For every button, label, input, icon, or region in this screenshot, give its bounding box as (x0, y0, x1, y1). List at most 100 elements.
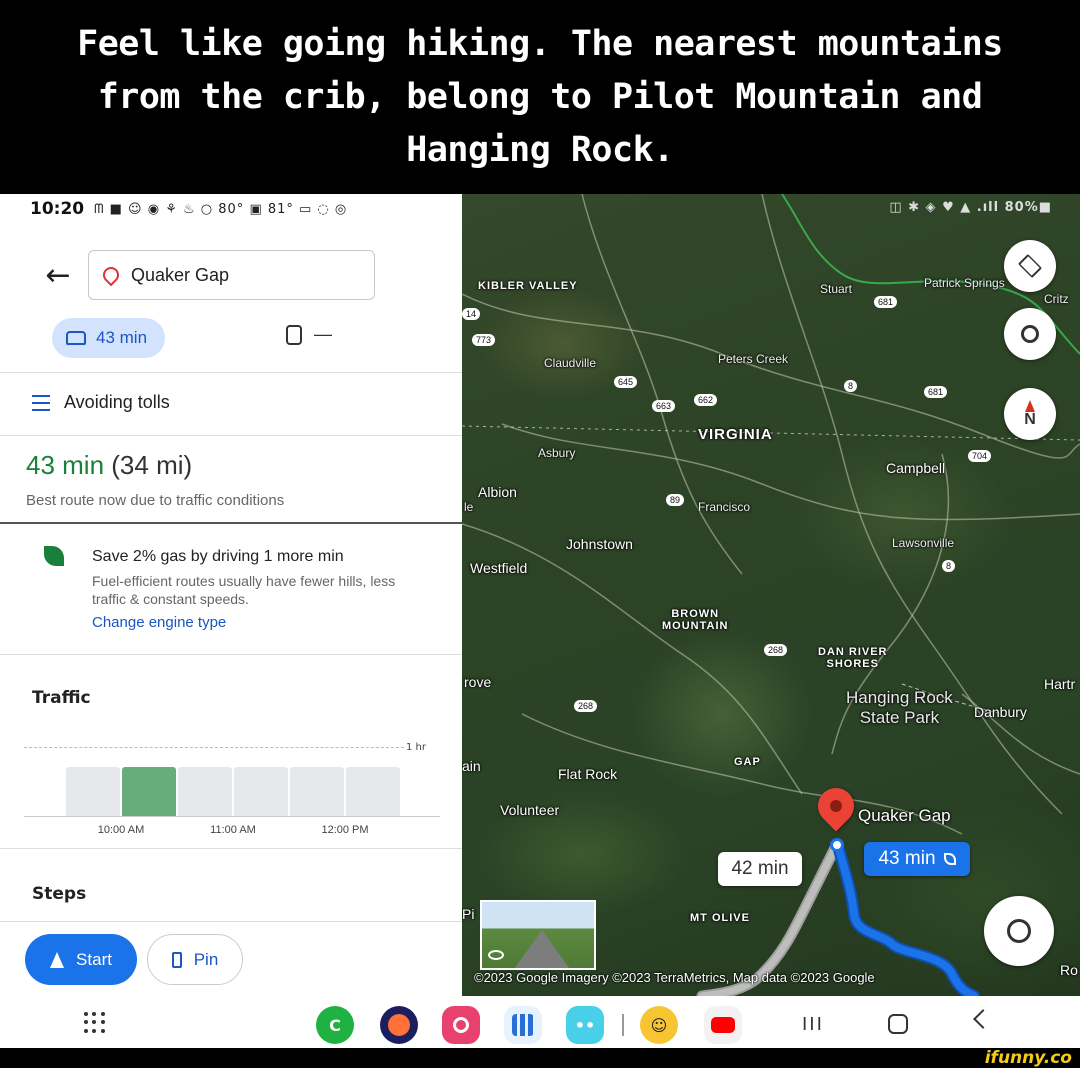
nav-separator (622, 1014, 624, 1036)
road-shield: 8 (844, 380, 858, 392)
pushpin-icon (171, 951, 182, 968)
route-summary: 43 min (34 mi) (26, 450, 192, 481)
place-label: Lawsonville (892, 536, 955, 550)
traffic-bar (346, 767, 400, 816)
place-label: ain (462, 758, 481, 774)
start-label: Start (76, 949, 112, 969)
compass-button[interactable]: N (1004, 388, 1056, 440)
meme-caption: Feel like going hiking. The nearest moun… (0, 0, 1080, 194)
road-shield: 89 (666, 494, 685, 506)
smiley-app-icon[interactable]: ☺ (640, 1006, 678, 1044)
destination-field[interactable]: Quaker Gap (88, 250, 375, 300)
back-arrow-icon[interactable]: ← (38, 256, 78, 296)
traffic-bar (66, 767, 120, 816)
road-shield: 681 (924, 386, 948, 398)
road-shield: 8 (942, 560, 956, 572)
transit-mode-chip[interactable]: — (286, 324, 332, 345)
place-label: Pi (462, 906, 475, 922)
route-start-dot (830, 838, 844, 852)
change-engine-link[interactable]: Change engine type (92, 614, 226, 631)
place-label: Flat Rock (558, 766, 618, 782)
road-shield: 663 (652, 400, 676, 412)
location-pin-icon (99, 263, 123, 287)
map-attribution: ©2023 Google Imagery ©2023 TerraMetrics,… (474, 970, 875, 985)
messaging-app-icon[interactable]: •• (566, 1006, 604, 1044)
back-button[interactable] (973, 1009, 993, 1029)
map-status-icons: ◫ ✱ ◈ ♥ ▲ .ıll 80%■ (889, 200, 1052, 215)
directions-panel: 10:20 ᗰ ■ ☺ ◉ ⚘ ♨ ○ 80° ▣ 81° ▭ ◌ ◎ ← Qu… (0, 194, 462, 1048)
tune-icon (32, 394, 50, 411)
recent-apps-button[interactable]: III (802, 1014, 824, 1035)
divider (0, 654, 462, 655)
car-icon (66, 331, 86, 345)
my-location-icon (1007, 919, 1031, 943)
divider (0, 522, 462, 524)
street-view-thumbnail[interactable] (480, 900, 596, 970)
place-label: Hartr (1044, 676, 1076, 692)
place-label: Critz (1044, 292, 1069, 306)
layers-button[interactable] (1004, 240, 1056, 292)
camera-app-icon[interactable] (442, 1006, 480, 1044)
youtube-app-icon[interactable] (704, 1006, 742, 1044)
place-label: le (464, 500, 474, 514)
hour-marker: 1 hr (406, 742, 426, 753)
road-shield: 662 (694, 394, 718, 406)
destination-text: Quaker Gap (131, 264, 230, 285)
destination-map-label: Quaker Gap (858, 806, 951, 825)
place-label: Asbury (538, 446, 576, 460)
road-shield: 645 (614, 376, 638, 388)
firefox-app-icon[interactable] (380, 1006, 418, 1044)
destination-pin-center (830, 800, 842, 812)
eco-title: Save 2% gas by driving 1 more min (92, 548, 344, 565)
map-search-button[interactable] (1004, 308, 1056, 360)
road-shield: 14 (462, 308, 481, 320)
place-label: Westfield (470, 560, 528, 576)
driving-mode-chip[interactable]: 43 min (52, 318, 165, 358)
place-label: Peters Creek (718, 352, 789, 366)
main-route-label[interactable]: 43 min (864, 842, 970, 876)
avoiding-tolls-text: Avoiding tolls (64, 392, 170, 412)
watermark-bar: ifunny.co (0, 1048, 1080, 1068)
road-shield: 681 (874, 296, 898, 308)
divider (0, 921, 462, 922)
route-duration: 43 min (26, 450, 105, 480)
search-icon (1021, 325, 1039, 343)
layers-icon (1017, 253, 1043, 279)
route-distance: (34 mi) (104, 450, 193, 480)
phone-app-icon[interactable]: C (316, 1006, 354, 1044)
driving-time: 43 min (96, 328, 148, 347)
road-shield: 704 (968, 450, 992, 462)
app-folder-icon[interactable] (504, 1006, 542, 1044)
place-label: GAP (734, 756, 761, 768)
traffic-chart: 1 hr 10:00 AM 11:00 AM 12:00 PM (24, 734, 440, 836)
pin-label: Pin (193, 949, 219, 969)
place-label: MT OLIVE (690, 912, 750, 924)
navigation-arrow-icon (50, 951, 65, 968)
place-label: Hanging Rock State Park (846, 688, 953, 727)
place-label: BROWN MOUNTAIN (662, 608, 729, 632)
place-label: rove (464, 674, 492, 690)
app-drawer-icon[interactable] (84, 1012, 106, 1034)
route-options[interactable]: Avoiding tolls (32, 392, 170, 413)
eco-description: Fuel-efficient routes usually have fewer… (92, 573, 396, 607)
recenter-button[interactable] (984, 896, 1054, 966)
road-shield: 268 (764, 644, 788, 656)
start-button[interactable]: Start (25, 934, 137, 985)
pin-button[interactable]: Pin (147, 934, 243, 985)
satellite-map[interactable]: ◫ ✱ ◈ ♥ ▲ .ıll 80%■ KIBLER VALLEY Stuart… (462, 194, 1080, 996)
traffic-bars (66, 764, 400, 816)
alternate-route-label[interactable]: 42 min (718, 852, 802, 886)
traffic-bar (234, 767, 288, 816)
chart-baseline (24, 816, 440, 817)
place-label: Claudville (544, 356, 597, 370)
traffic-bar (122, 767, 176, 816)
route-note: Best route now due to traffic conditions (26, 492, 285, 509)
place-label: Danbury (974, 704, 1027, 720)
hour-line (24, 747, 404, 748)
divider (0, 435, 462, 436)
eco-leaf-icon (44, 546, 64, 566)
place-label: Patrick Springs (924, 276, 1005, 290)
home-button[interactable] (888, 1014, 908, 1034)
traffic-title: Traffic (32, 688, 91, 708)
eco-leaf-icon (943, 853, 956, 865)
